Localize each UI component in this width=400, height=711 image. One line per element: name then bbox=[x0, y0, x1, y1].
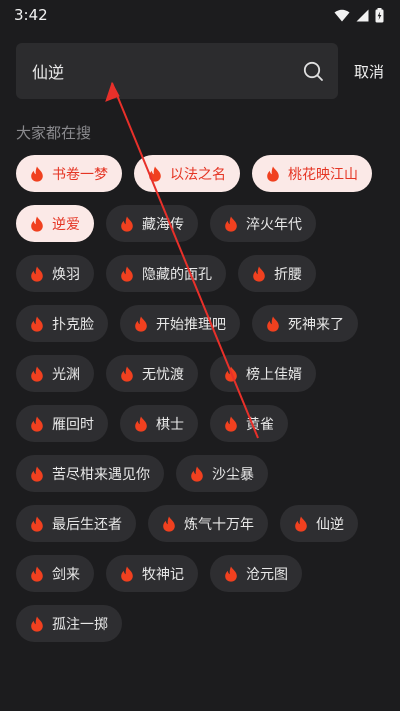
search-tag-label: 无忧渡 bbox=[142, 366, 184, 383]
flame-icon bbox=[267, 316, 279, 332]
flame-icon bbox=[267, 166, 279, 182]
flame-icon bbox=[225, 566, 237, 582]
flame-icon bbox=[31, 466, 43, 482]
search-tag-label: 书卷一梦 bbox=[52, 166, 108, 183]
search-tag-label: 炼气十万年 bbox=[184, 516, 254, 533]
status-bar: 3:42 bbox=[0, 0, 400, 30]
flame-icon bbox=[31, 566, 43, 582]
search-tag-label: 淬火年代 bbox=[246, 216, 302, 233]
search-tag[interactable]: 黄雀 bbox=[210, 405, 288, 442]
flame-icon bbox=[295, 516, 307, 532]
search-tag-label: 沙尘暴 bbox=[212, 466, 254, 483]
search-tag[interactable]: 苦尽柑来遇见你 bbox=[16, 455, 164, 492]
flame-icon bbox=[225, 416, 237, 432]
flame-icon bbox=[31, 266, 43, 282]
search-tag[interactable]: 隐藏的面孔 bbox=[106, 255, 226, 292]
flame-icon bbox=[191, 466, 203, 482]
search-tag[interactable]: 无忧渡 bbox=[106, 355, 198, 392]
signal-icon bbox=[356, 9, 369, 21]
flame-icon bbox=[31, 216, 43, 232]
search-tag[interactable]: 桃花映江山 bbox=[252, 155, 372, 192]
flame-icon bbox=[31, 416, 43, 432]
flame-icon bbox=[31, 516, 43, 532]
search-tag-label: 折腰 bbox=[274, 266, 302, 283]
search-tag-label: 黄雀 bbox=[246, 416, 274, 433]
battery-icon bbox=[375, 7, 384, 22]
search-tag[interactable]: 榜上佳婿 bbox=[210, 355, 316, 392]
flame-icon bbox=[121, 216, 133, 232]
section-title: 大家都在搜 bbox=[16, 124, 92, 142]
search-tag-label: 棋士 bbox=[156, 416, 184, 433]
flame-icon bbox=[163, 516, 175, 532]
search-tag-label: 桃花映江山 bbox=[288, 166, 358, 183]
search-tag-label: 剑来 bbox=[52, 566, 80, 583]
search-tag[interactable]: 炼气十万年 bbox=[148, 505, 268, 542]
search-tag-label: 焕羽 bbox=[52, 266, 80, 283]
search-query-text: 仙逆 bbox=[32, 63, 65, 82]
search-tag-label: 沧元图 bbox=[246, 566, 288, 583]
search-tag-label: 光渊 bbox=[52, 366, 80, 383]
search-tag[interactable]: 书卷一梦 bbox=[16, 155, 122, 192]
search-tag[interactable]: 开始推理吧 bbox=[120, 305, 240, 342]
search-tag[interactable]: 光渊 bbox=[16, 355, 94, 392]
search-tag[interactable]: 最后生还者 bbox=[16, 505, 136, 542]
cancel-button[interactable]: 取消 bbox=[354, 61, 384, 82]
flame-icon bbox=[253, 266, 265, 282]
search-tag-label: 牧神记 bbox=[142, 566, 184, 583]
search-tag-label: 隐藏的面孔 bbox=[142, 266, 212, 283]
flame-icon bbox=[121, 266, 133, 282]
search-tag-label: 榜上佳婿 bbox=[246, 366, 302, 383]
search-tag[interactable]: 扑克脸 bbox=[16, 305, 108, 342]
search-tag-label: 苦尽柑来遇见你 bbox=[52, 466, 150, 483]
search-tag-label: 逆爱 bbox=[52, 216, 80, 233]
search-tag-label: 孤注一掷 bbox=[52, 616, 108, 633]
search-tag-label: 仙逆 bbox=[316, 516, 344, 533]
search-tag[interactable]: 淬火年代 bbox=[210, 205, 316, 242]
flame-icon bbox=[135, 416, 147, 432]
search-tag[interactable]: 藏海传 bbox=[106, 205, 198, 242]
search-input[interactable]: 仙逆 bbox=[16, 43, 338, 99]
search-tag-label: 藏海传 bbox=[142, 216, 184, 233]
search-tag[interactable]: 沙尘暴 bbox=[176, 455, 268, 492]
flame-icon bbox=[31, 366, 43, 382]
flame-icon bbox=[31, 166, 43, 182]
search-tag-label: 扑克脸 bbox=[52, 316, 94, 333]
flame-icon bbox=[135, 316, 147, 332]
flame-icon bbox=[121, 366, 133, 382]
trending-tags: 书卷一梦 以法之名 桃花映江山逆爱 藏海传 淬火年代焕羽 隐藏的面孔 折腰扑克脸 开始推理吧 死… bbox=[16, 155, 386, 642]
flame-icon bbox=[225, 216, 237, 232]
wifi-icon bbox=[334, 9, 350, 21]
search-icon[interactable] bbox=[302, 60, 324, 82]
flame-icon bbox=[225, 366, 237, 382]
search-tag-label: 最后生还者 bbox=[52, 516, 122, 533]
search-tag-label: 开始推理吧 bbox=[156, 316, 226, 333]
search-tag[interactable]: 以法之名 bbox=[134, 155, 240, 192]
status-icons bbox=[334, 7, 384, 23]
search-tag[interactable]: 焕羽 bbox=[16, 255, 94, 292]
search-tag[interactable]: 棋士 bbox=[120, 405, 198, 442]
search-tag[interactable]: 折腰 bbox=[238, 255, 316, 292]
search-tag-label: 以法之名 bbox=[170, 166, 226, 183]
status-time: 3:42 bbox=[14, 6, 48, 24]
flame-icon bbox=[31, 316, 43, 332]
search-row: 仙逆 取消 bbox=[16, 43, 386, 99]
search-tag[interactable]: 孤注一掷 bbox=[16, 605, 122, 642]
search-tag-label: 雁回时 bbox=[52, 416, 94, 433]
search-tag[interactable]: 仙逆 bbox=[280, 505, 358, 542]
search-tag[interactable]: 剑来 bbox=[16, 555, 94, 592]
flame-icon bbox=[31, 616, 43, 632]
search-tag[interactable]: 牧神记 bbox=[106, 555, 198, 592]
search-tag[interactable]: 沧元图 bbox=[210, 555, 302, 592]
search-tag[interactable]: 雁回时 bbox=[16, 405, 108, 442]
flame-icon bbox=[121, 566, 133, 582]
flame-icon bbox=[149, 166, 161, 182]
search-tag[interactable]: 死神来了 bbox=[252, 305, 358, 342]
search-tag[interactable]: 逆爱 bbox=[16, 205, 94, 242]
search-tag-label: 死神来了 bbox=[288, 316, 344, 333]
